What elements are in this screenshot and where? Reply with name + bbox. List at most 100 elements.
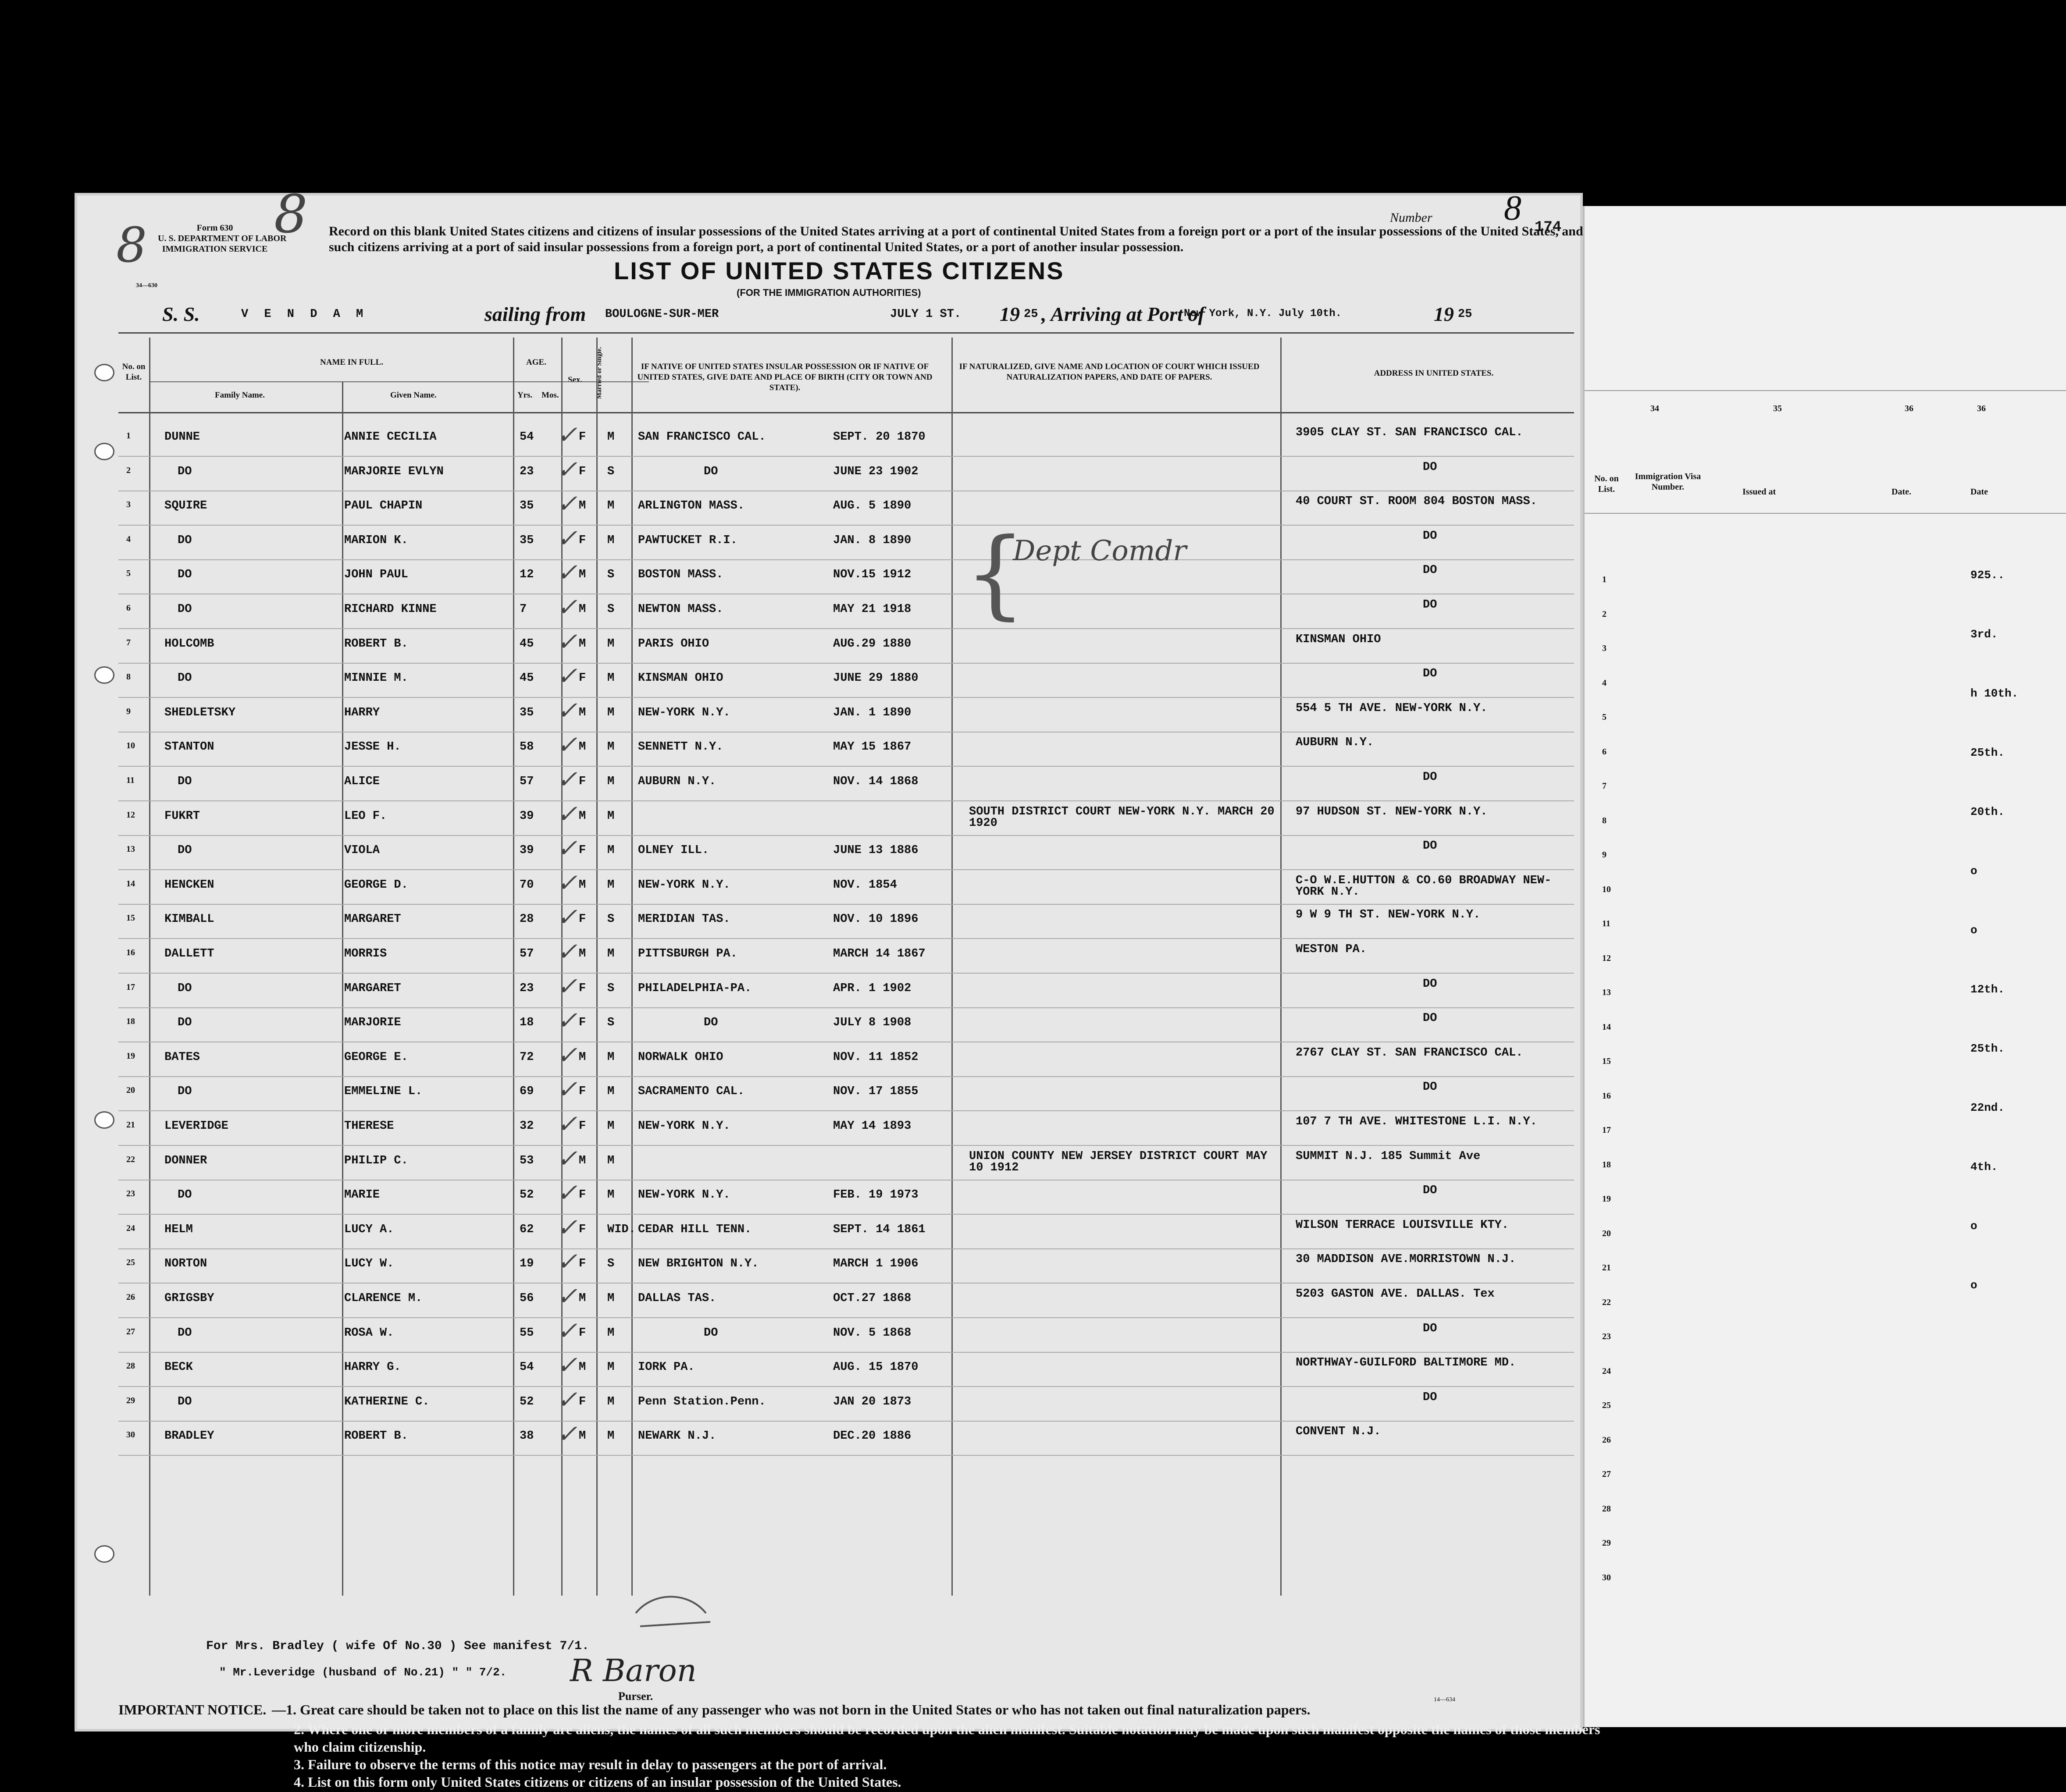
marital-status: S bbox=[607, 1016, 615, 1030]
sex: M bbox=[579, 1050, 586, 1064]
birth-date: NOV. 1854 bbox=[833, 878, 897, 892]
us-address: DO bbox=[1423, 977, 1437, 991]
us-address: DO bbox=[1423, 1081, 1437, 1094]
header-name: NAME IN FULL. bbox=[320, 358, 384, 367]
row-number: 26 bbox=[126, 1292, 135, 1302]
given-name: MARGARET bbox=[344, 913, 401, 926]
birth-date: MAY 15 1867 bbox=[833, 740, 912, 754]
row-number: 4 bbox=[126, 534, 131, 544]
birth-date: NOV. 14 1868 bbox=[833, 775, 919, 788]
birth-date: NOV. 10 1896 bbox=[833, 913, 919, 926]
row-number: 22 bbox=[126, 1154, 135, 1164]
birth-date: JAN. 8 1890 bbox=[833, 533, 912, 547]
row-number: 28 bbox=[126, 1361, 135, 1371]
sex: M bbox=[579, 1292, 586, 1305]
given-name: LUCY W. bbox=[344, 1257, 394, 1271]
birth-place: PARIS OHIO bbox=[638, 637, 709, 651]
given-name: HARRY bbox=[344, 706, 380, 719]
us-address: DO bbox=[1423, 1390, 1437, 1404]
us-address: CONVENT N.J. bbox=[1296, 1425, 1381, 1439]
stub-edge-text: h 10th. bbox=[1970, 687, 2019, 700]
marital-status: S bbox=[607, 603, 615, 616]
age: 53 bbox=[520, 1154, 534, 1167]
us-address: DO bbox=[1423, 1184, 1437, 1198]
given-name: MINNIE M. bbox=[344, 672, 408, 685]
age: 28 bbox=[520, 913, 534, 926]
purser-signature: R Baron bbox=[570, 1653, 697, 1689]
age: 57 bbox=[520, 775, 534, 788]
stub-header-date2: Date bbox=[1970, 487, 1988, 497]
row-number: 11 bbox=[126, 775, 135, 785]
family-name: DO bbox=[178, 672, 192, 685]
column-divider bbox=[1280, 338, 1282, 1596]
sex: M bbox=[579, 740, 586, 754]
us-address: WESTON PA. bbox=[1296, 943, 1367, 956]
given-name: EMMELINE L. bbox=[344, 1085, 423, 1099]
column-divider bbox=[342, 381, 343, 1596]
row-rule bbox=[118, 1455, 1574, 1456]
marital-status: S bbox=[607, 1257, 615, 1271]
age: 72 bbox=[520, 1050, 534, 1064]
row-number: 1 bbox=[126, 431, 131, 441]
form-number: Form 630 bbox=[196, 223, 233, 233]
check-mark-icon: ✓ bbox=[557, 1248, 577, 1276]
marital-status: M bbox=[607, 1429, 615, 1443]
notice-item-4: 4. List on this form only United States … bbox=[294, 1774, 901, 1790]
us-address: DO bbox=[1423, 839, 1437, 853]
birth-place: NEWARK N.J. bbox=[638, 1429, 716, 1443]
sex: M bbox=[579, 1361, 586, 1374]
check-mark-icon: ✓ bbox=[557, 455, 577, 484]
marital-status: M bbox=[607, 430, 615, 444]
stub-row-number: 26 bbox=[1602, 1435, 1611, 1445]
sex: F bbox=[579, 775, 586, 788]
birth-place: CEDAR HILL TENN. bbox=[638, 1223, 752, 1236]
row-rule bbox=[118, 835, 1574, 836]
birth-place: NEW-YORK N.Y. bbox=[638, 878, 730, 892]
stub-row-number: 17 bbox=[1602, 1125, 1611, 1135]
sex: F bbox=[579, 1188, 586, 1202]
birth-place: ARLINGTON MASS. bbox=[638, 499, 745, 513]
us-address: 9 W 9 TH ST. NEW-YORK N.Y. bbox=[1296, 908, 1481, 922]
stub-rule bbox=[1585, 390, 2066, 391]
marital-status: M bbox=[607, 1361, 615, 1374]
check-mark-icon: ✓ bbox=[557, 593, 577, 622]
family-name: DO bbox=[178, 533, 192, 547]
marital-status: M bbox=[607, 740, 615, 754]
given-name: JESSE H. bbox=[344, 740, 401, 754]
birth-place: PAWTUCKET R.I. bbox=[638, 533, 737, 547]
given-name: PAUL CHAPIN bbox=[344, 499, 423, 513]
departure-port: BOULOGNE-SUR-MER bbox=[605, 308, 719, 321]
page-title: LIST OF UNITED STATES CITIZENS bbox=[614, 257, 1065, 284]
given-name: JOHN PAUL bbox=[344, 568, 408, 582]
check-mark-icon: ✓ bbox=[557, 1179, 577, 1208]
row-rule bbox=[118, 1283, 1574, 1284]
row-rule bbox=[118, 1007, 1574, 1008]
age: 38 bbox=[520, 1429, 534, 1443]
birth-place: KINSMAN OHIO bbox=[638, 672, 723, 685]
departure-year-prefix: 19 bbox=[1000, 303, 1020, 325]
family-name: SQUIRE bbox=[164, 499, 207, 513]
stub-row-number: 22 bbox=[1602, 1297, 1611, 1307]
sex: F bbox=[579, 430, 586, 444]
age: 23 bbox=[520, 981, 534, 995]
row-rule bbox=[118, 869, 1574, 871]
stub-row-number: 30 bbox=[1602, 1572, 1611, 1582]
stub-row-number: 10 bbox=[1602, 884, 1611, 894]
row-number: 25 bbox=[126, 1258, 135, 1268]
us-address: 554 5 TH AVE. NEW-YORK N.Y. bbox=[1296, 701, 1488, 715]
us-address: DO bbox=[1423, 1322, 1437, 1335]
header-given: Given Name. bbox=[390, 391, 437, 400]
birth-date: NOV. 17 1855 bbox=[833, 1085, 919, 1099]
row-rule bbox=[118, 1386, 1574, 1387]
birth-date: AUG. 15 1870 bbox=[833, 1361, 919, 1374]
row-number: 12 bbox=[126, 810, 135, 820]
marital-status: M bbox=[607, 1292, 615, 1305]
family-name: HELM bbox=[164, 1223, 193, 1236]
check-mark-icon: ✓ bbox=[557, 938, 577, 966]
header-native: IF NATIVE OF UNITED STATES INSULAR POSSE… bbox=[637, 362, 933, 392]
birth-date: SEPT. 20 1870 bbox=[833, 430, 926, 444]
birth-place: NEWTON MASS. bbox=[638, 603, 723, 616]
us-address: DO bbox=[1423, 564, 1437, 577]
birth-date: MAY 14 1893 bbox=[833, 1120, 912, 1133]
row-rule bbox=[118, 1317, 1574, 1318]
